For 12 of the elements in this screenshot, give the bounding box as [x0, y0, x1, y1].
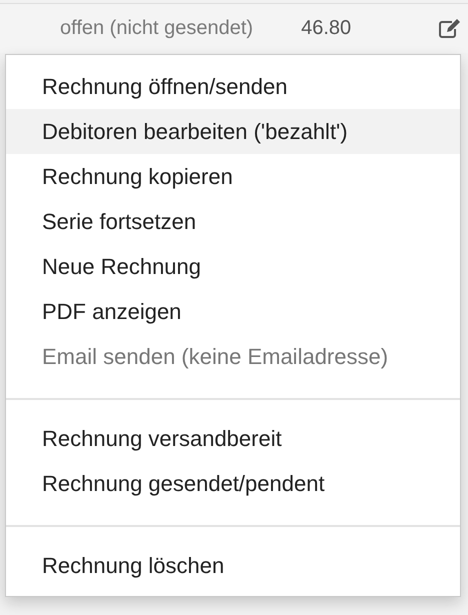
menu-item[interactable]: Rechnung kopieren: [6, 154, 460, 199]
status-text: offen (nicht gesendet): [60, 17, 254, 40]
menu-item[interactable]: Rechnung versandbereit: [6, 416, 460, 461]
menu-item[interactable]: PDF anzeigen: [6, 289, 460, 334]
menu-item[interactable]: Serie fortsetzen: [6, 199, 460, 244]
menu-item[interactable]: Rechnung löschen: [6, 543, 460, 588]
menu-item[interactable]: Rechnung öffnen/senden: [6, 64, 460, 109]
menu-item[interactable]: Rechnung gesendet/pendent: [6, 461, 460, 506]
amount-text: 46.80: [301, 17, 352, 40]
edit-icon[interactable]: [438, 18, 460, 38]
menu-item[interactable]: Debitoren bearbeiten ('bezahlt'): [6, 109, 460, 154]
menu-item[interactable]: Neue Rechnung: [6, 244, 460, 289]
